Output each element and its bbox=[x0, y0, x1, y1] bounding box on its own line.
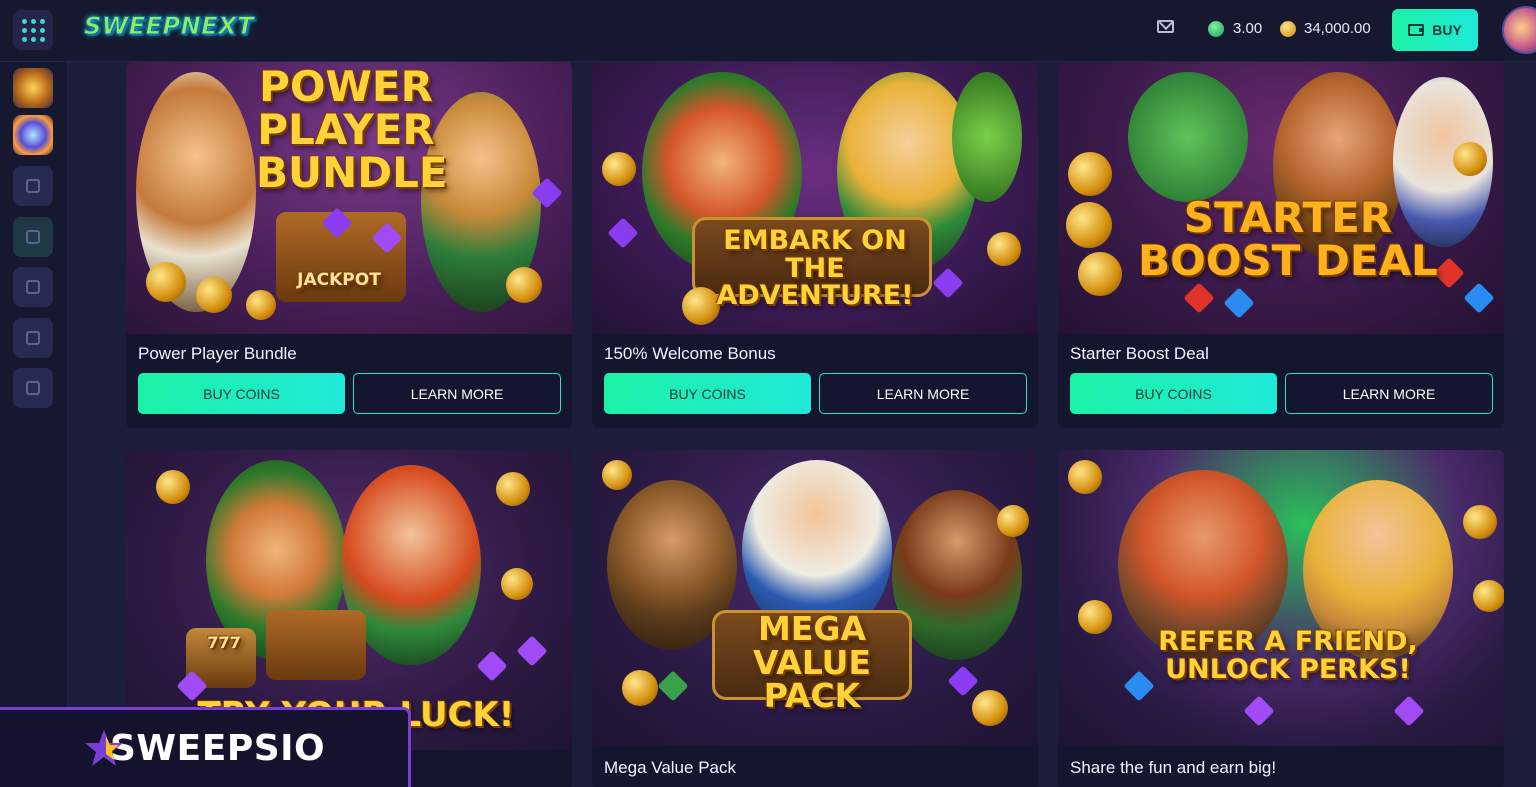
mail-icon[interactable] bbox=[1157, 20, 1174, 33]
learn-more-button[interactable]: LEARN MORE bbox=[1285, 373, 1493, 414]
slot-machine-label: 777 bbox=[207, 633, 241, 652]
promo-card: POWER PLAYER BUNDLE JACKPOT Power Player… bbox=[126, 62, 572, 428]
promo-card: EMBARK ON THE ADVENTURE! 150% Welcome Bo… bbox=[592, 62, 1038, 428]
promo-headline: MEGA VALUE PACK bbox=[752, 609, 872, 716]
promo-headline: STARTER BOOST DEAL bbox=[1138, 193, 1438, 285]
header-buy-label: BUY bbox=[1432, 22, 1462, 38]
top-bar: SWEEPNEXT 3.00 34,000.00 BUY bbox=[0, 0, 1536, 62]
apps-grid-icon[interactable] bbox=[13, 10, 53, 50]
promo-card: STARTER BOOST DEAL Starter Boost Deal BU… bbox=[1058, 62, 1504, 428]
chat-icon bbox=[26, 381, 40, 395]
wallet-icon bbox=[1408, 24, 1425, 36]
buy-coins-button[interactable]: BUY COINS bbox=[138, 373, 345, 414]
promotions-grid: POWER PLAYER BUNDLE JACKPOT Power Player… bbox=[68, 62, 1536, 787]
site-logo[interactable]: SWEEPNEXT bbox=[84, 12, 255, 41]
promo-card-image[interactable]: 777 TRY YOUR LUCK! bbox=[126, 450, 572, 750]
sweepsio-watermark: SWEEPSIO bbox=[0, 707, 411, 787]
promo-headline: POWER PLAYER BUNDLE bbox=[256, 62, 448, 197]
home-icon bbox=[26, 179, 40, 193]
promo-card-image[interactable]: REFER A FRIEND, UNLOCK PERKS! bbox=[1058, 450, 1504, 746]
sc-balance[interactable]: 3.00 bbox=[1233, 20, 1262, 37]
promo-card-title: Share the fun and earn big! bbox=[1070, 758, 1277, 777]
promo-card-image[interactable]: POWER PLAYER BUNDLE JACKPOT bbox=[126, 62, 572, 334]
promo-card-title: Mega Value Pack bbox=[604, 758, 736, 777]
user-avatar[interactable] bbox=[1502, 6, 1536, 54]
promo-card-image[interactable]: STARTER BOOST DEAL bbox=[1058, 62, 1504, 334]
star-logo-icon bbox=[85, 730, 123, 766]
sidebar-item-home[interactable] bbox=[13, 166, 53, 206]
wallet-icon bbox=[26, 280, 40, 294]
promo-card-title: Starter Boost Deal bbox=[1070, 344, 1209, 363]
sidebar bbox=[0, 62, 68, 787]
buy-coins-button[interactable]: BUY COINS bbox=[604, 373, 811, 414]
sidebar-item-gift[interactable] bbox=[13, 217, 53, 257]
promo-card-title: 150% Welcome Bonus bbox=[604, 344, 776, 363]
sidebar-item-games[interactable] bbox=[13, 318, 53, 358]
promo-card-image[interactable]: MEGA VALUE PACK bbox=[592, 450, 1038, 746]
gc-balance[interactable]: 34,000.00 bbox=[1304, 20, 1371, 37]
promo-card-title: Power Player Bundle bbox=[138, 344, 297, 363]
header-buy-button[interactable]: BUY bbox=[1392, 9, 1478, 51]
sweeps-coin-icon bbox=[1208, 21, 1224, 37]
promo-card-image[interactable]: EMBARK ON THE ADVENTURE! bbox=[592, 62, 1038, 334]
jackpot-chest-label: JACKPOT bbox=[297, 270, 381, 290]
promo-card: REFER A FRIEND, UNLOCK PERKS! Share the … bbox=[1058, 450, 1504, 787]
sidebar-wheel-game-thumb[interactable] bbox=[13, 115, 53, 155]
gift-icon bbox=[26, 230, 40, 244]
promo-card: MEGA VALUE PACK Mega Value Pack bbox=[592, 450, 1038, 787]
learn-more-button[interactable]: LEARN MORE bbox=[819, 373, 1027, 414]
sidebar-promo-game-thumb[interactable] bbox=[13, 68, 53, 108]
promo-headline: EMBARK ON THE ADVENTURE! bbox=[716, 225, 914, 312]
sidebar-item-chat[interactable] bbox=[13, 368, 53, 408]
learn-more-button[interactable]: LEARN MORE bbox=[353, 373, 561, 414]
gold-coin-icon bbox=[1280, 21, 1296, 37]
sidebar-item-wallet[interactable] bbox=[13, 267, 53, 307]
buy-coins-button[interactable]: BUY COINS bbox=[1070, 373, 1277, 414]
promo-headline: REFER A FRIEND, UNLOCK PERKS! bbox=[1158, 626, 1418, 685]
dice-icon bbox=[26, 331, 40, 345]
